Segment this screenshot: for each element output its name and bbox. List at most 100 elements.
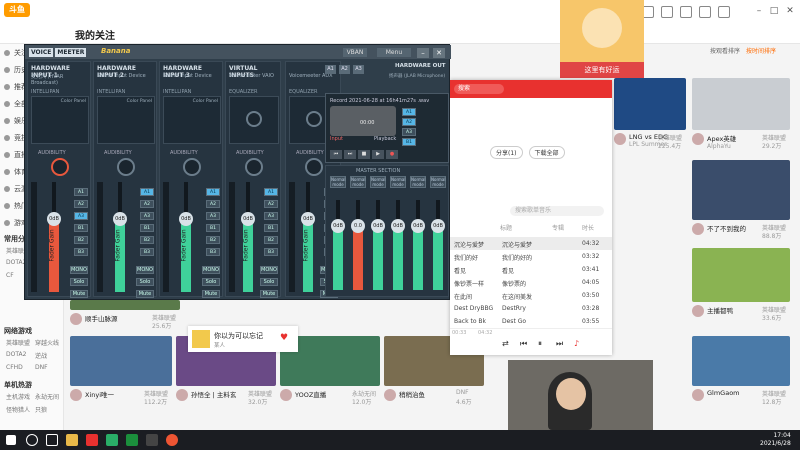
bus-fader[interactable]: 0dB — [391, 200, 405, 290]
sidebar-category[interactable]: 主机游戏 — [6, 392, 33, 401]
song-row[interactable]: Back to Bk Dest Go 03:55 — [450, 315, 612, 328]
bus-a1-button[interactable]: A1 — [206, 188, 220, 196]
message-icon[interactable] — [680, 6, 692, 18]
song-row[interactable]: 沉沦与爱梦 沉沦与爱梦 04:32 — [450, 237, 612, 250]
sidebar-category[interactable]: 只狼 — [35, 405, 62, 414]
eq-knob[interactable] — [246, 111, 262, 127]
solo-button[interactable]: Solo — [70, 278, 88, 286]
maximize-button[interactable]: □ — [767, 5, 781, 17]
strip-device-select[interactable]: 麦克风 (HVAR Broadcast) — [31, 73, 90, 86]
player-search-input[interactable]: 搜索 — [454, 84, 504, 94]
mode-button[interactable]: Normal mode — [430, 176, 446, 188]
bus-b1-button[interactable]: B1 — [140, 224, 154, 232]
intellipan-pad[interactable]: Color Panel — [31, 96, 89, 144]
avatar[interactable] — [692, 305, 704, 317]
mute-button[interactable]: Mute — [136, 290, 154, 298]
bus-b2-button[interactable]: B2 — [74, 236, 88, 244]
prev-icon[interactable]: ⏮ — [520, 339, 527, 349]
bus-b1-button[interactable]: B1 — [206, 224, 220, 232]
bus-b3-button[interactable]: B3 — [140, 248, 154, 256]
sidebar-category[interactable]: 穿越火线 — [35, 338, 62, 347]
mono-button[interactable]: MONO — [260, 266, 278, 274]
avatar[interactable] — [384, 389, 396, 401]
bus-a2-button[interactable]: A2 — [140, 200, 154, 208]
menu-button[interactable]: Menu — [377, 48, 411, 57]
audibility-knob[interactable] — [51, 158, 69, 176]
stream-title[interactable]: 主播都鸭 — [707, 305, 733, 315]
strip-device-select[interactable]: Voicemeeter VAIO — [229, 73, 274, 79]
mute-button[interactable]: Mute — [70, 290, 88, 298]
minimize-button[interactable]: – — [752, 5, 766, 17]
music-app-icon[interactable] — [86, 434, 98, 446]
fader-knob[interactable]: 0dB — [411, 219, 425, 233]
stop-icon[interactable]: ■ — [358, 150, 370, 159]
playlist-search-input[interactable]: 搜索歌单音乐 — [510, 206, 604, 216]
stream-title[interactable]: YOOZ直播 — [295, 389, 326, 399]
fader-knob[interactable]: 0.0 — [351, 219, 365, 233]
sidebar-category[interactable]: CFHD — [6, 364, 33, 371]
close-button[interactable]: ✕ — [783, 5, 797, 17]
bus-a3-button[interactable]: A3 — [264, 212, 278, 220]
solo-button[interactable]: Solo — [260, 278, 278, 286]
bus-b3-button[interactable]: B3 — [264, 248, 278, 256]
sidebar-category[interactable]: DNF — [35, 364, 62, 371]
avatar[interactable] — [692, 389, 704, 401]
vm-minimize-button[interactable]: – — [417, 48, 429, 58]
song-row[interactable]: 看见 看见 03:41 — [450, 263, 612, 276]
mono-button[interactable]: MONO — [136, 266, 154, 274]
mono-button[interactable]: MONO — [70, 266, 88, 274]
avatar[interactable] — [280, 389, 292, 401]
gain-fader[interactable]: Fader Gain 0dB — [47, 182, 61, 292]
intellipan-pad[interactable]: Color Panel — [163, 96, 221, 144]
avatar[interactable] — [176, 389, 188, 401]
stream-thumbnail[interactable] — [70, 336, 172, 386]
bus-a1-button[interactable]: A1 — [264, 188, 278, 196]
avatar[interactable] — [70, 313, 82, 325]
audibility-knob[interactable] — [245, 158, 263, 176]
stream-title[interactable]: Apex英雄 — [707, 133, 736, 143]
hwout-a1-button[interactable]: A1 — [325, 65, 336, 74]
gain-fader[interactable]: Fader Gain 0dB — [301, 182, 315, 292]
bus-fader[interactable]: 0dB — [431, 200, 445, 290]
song-row[interactable]: Dest DryBBG DestRry 03:28 — [450, 302, 612, 315]
record-icon[interactable]: ● — [386, 150, 398, 159]
stream-title[interactable]: 顺手山脉源 — [85, 313, 118, 323]
browser-icon[interactable] — [166, 434, 178, 446]
song-row[interactable]: 我们的好 我们的好的 03:32 — [450, 250, 612, 263]
avatar-icon[interactable] — [661, 6, 673, 18]
intellipan-pad[interactable]: Color Panel — [97, 96, 155, 144]
bus-a1-button[interactable]: A1 — [74, 188, 88, 196]
sort-tab-time[interactable]: 按时间排序 — [746, 46, 776, 55]
stream-thumbnail[interactable] — [692, 160, 790, 220]
bus-fader[interactable]: 0.0 — [351, 200, 365, 290]
solo-button[interactable]: Solo — [202, 278, 220, 286]
hwout-a3-button[interactable]: A3 — [353, 65, 364, 74]
bus-b2-button[interactable]: B2 — [140, 236, 154, 244]
strip-device-select[interactable]: Select Input Device — [163, 73, 212, 79]
history-icon[interactable] — [699, 6, 711, 18]
terminal-icon[interactable] — [146, 434, 158, 446]
game-icon[interactable] — [126, 434, 138, 446]
ff-icon[interactable]: ⏭ — [344, 150, 356, 159]
fader-knob[interactable]: 0dB — [331, 219, 345, 233]
avatar[interactable] — [692, 223, 704, 235]
bus-fader[interactable]: 0dB — [411, 200, 425, 290]
bus-b3-button[interactable]: B3 — [206, 248, 220, 256]
mute-button[interactable]: Mute — [260, 290, 278, 298]
mode-button[interactable]: Normal mode — [370, 176, 386, 188]
bus-b1-button[interactable]: B1 — [264, 224, 278, 232]
stream-thumbnail[interactable] — [614, 78, 686, 130]
eq-panel[interactable] — [229, 96, 279, 144]
bus-a2-button[interactable]: A2 — [264, 200, 278, 208]
mode-button[interactable]: Normal mode — [410, 176, 426, 188]
gain-fader[interactable]: Fader Gain 0dB — [179, 182, 193, 292]
bus-b2-button[interactable]: B2 — [206, 236, 220, 244]
gain-fader[interactable]: Fader Gain 0dB — [241, 182, 255, 292]
bus-a3-button[interactable]: A3 — [140, 212, 154, 220]
eq-knob[interactable] — [306, 111, 322, 127]
mute-button[interactable]: Mute — [202, 290, 220, 298]
windows-start-icon[interactable] — [6, 435, 16, 445]
bus-a2-button[interactable]: A2 — [206, 200, 220, 208]
fader-knob[interactable]: 0dB — [391, 219, 405, 233]
gift-icon[interactable] — [718, 6, 730, 18]
